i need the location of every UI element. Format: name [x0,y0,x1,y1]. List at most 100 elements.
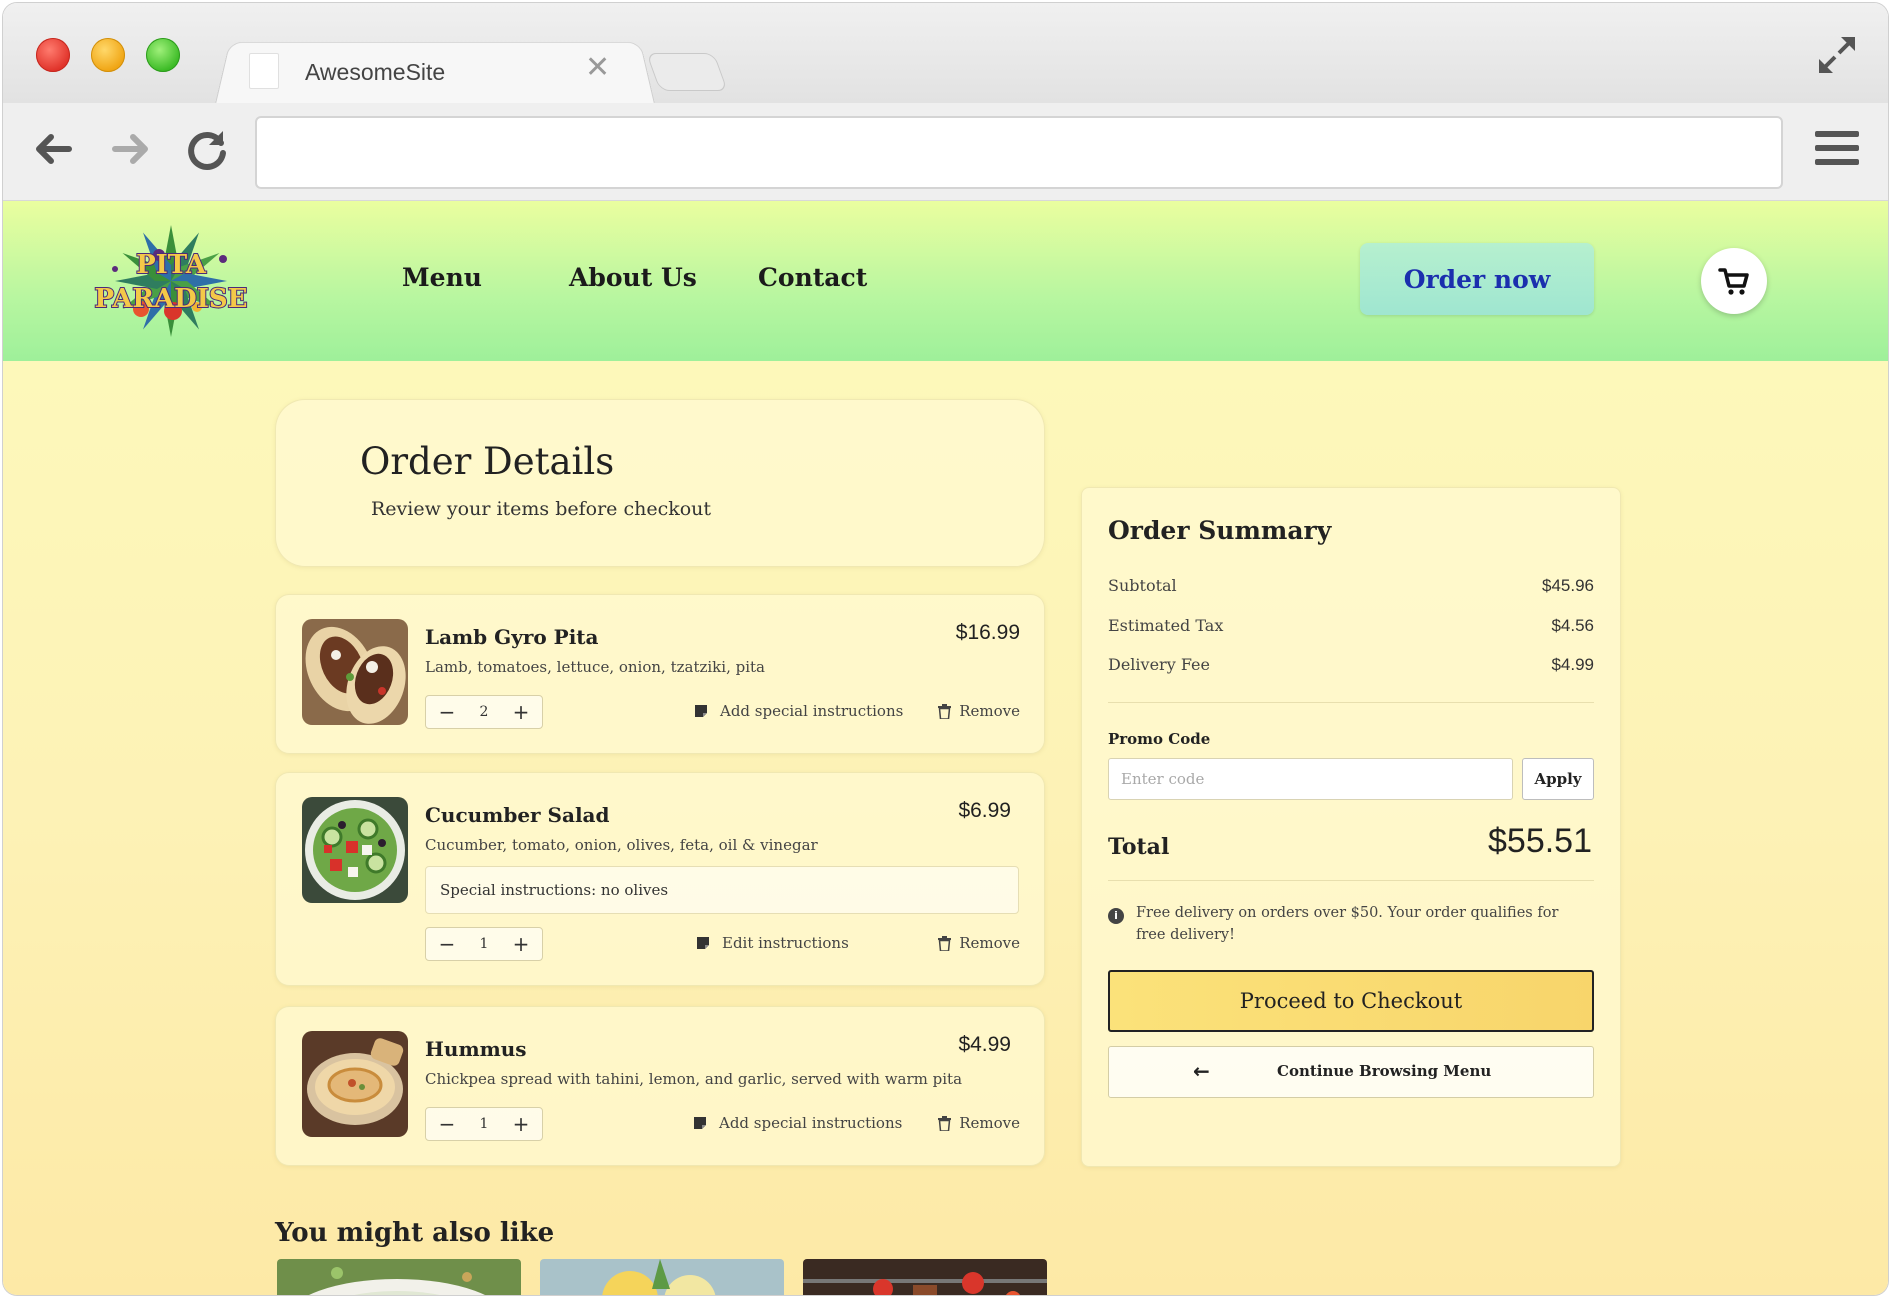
add-instructions-link[interactable]: Add special instructions [693,1114,902,1132]
item-image-cucumber-salad [302,797,408,903]
edit-instructions-link[interactable]: Edit instructions [696,934,849,952]
order-now-button[interactable]: Order now [1360,243,1594,315]
tab-close-icon[interactable]: ✕ [585,53,610,83]
minimize-window-button[interactable] [91,38,125,72]
page-content: PITA PARADISE Menu About Us Contact Orde… [3,201,1888,1295]
edit-instructions-label: Edit instructions [722,934,849,952]
special-instructions-box: Special instructions: no olives [425,866,1019,914]
nav-link-menu[interactable]: Menu [402,263,482,292]
logo[interactable]: PITA PARADISE [73,223,269,339]
cart-button[interactable] [1701,248,1767,314]
item-price: $4.99 [958,1033,1011,1056]
item-name: Lamb Gyro Pita [425,625,599,649]
item-image-hummus [302,1031,408,1137]
logo-text-line-2: PARADISE [95,284,248,314]
back-arrow-icon[interactable] [29,125,77,173]
continue-browsing-label: Continue Browsing Menu [1277,1062,1492,1080]
arrow-left-icon: ← [1193,1059,1210,1083]
quantity-stepper: − 1 + [425,1107,543,1141]
favicon-icon [249,53,279,89]
promo-code-input[interactable] [1108,758,1513,800]
subtotal-value: $45.96 [1542,576,1594,595]
zoom-window-button[interactable] [146,38,180,72]
item-description: Chickpea spread with tahini, lemon, and … [425,1070,963,1088]
remove-item-link[interactable]: Remove [938,934,1020,952]
decrease-quantity-button[interactable]: − [436,932,458,956]
fullscreen-icon[interactable] [1815,33,1859,77]
recommendations-title: You might also like [275,1218,555,1248]
trash-icon [938,1115,952,1131]
remove-item-link[interactable]: Remove [938,702,1020,720]
info-icon: i [1108,908,1124,924]
forward-arrow-icon[interactable] [107,125,155,173]
note-icon [697,937,709,949]
add-instructions-label: Add special instructions [720,702,904,720]
item-name: Cucumber Salad [425,803,610,827]
summary-row-subtotal: Subtotal $45.96 [1108,576,1594,596]
cart-icon [1718,268,1749,295]
increase-quantity-button[interactable]: + [510,1112,532,1136]
delivery-label: Delivery Fee [1108,655,1210,674]
promo-code-label: Promo Code [1108,730,1211,748]
recommendation-image-1[interactable] [277,1259,521,1295]
address-bar[interactable] [255,116,1783,189]
trash-icon [938,703,952,719]
page-title: Order Details [360,440,615,483]
item-description: Lamb, tomatoes, lettuce, onion, tzatziki… [425,658,765,676]
remove-label: Remove [959,934,1020,952]
remove-item-link[interactable]: Remove [938,1114,1020,1132]
quantity-value: 2 [479,704,489,720]
increase-quantity-button[interactable]: + [510,932,532,956]
note-icon [695,705,707,717]
increase-quantity-button[interactable]: + [510,700,532,724]
tab-title: AwesomeSite [305,59,446,85]
recommendation-image-3[interactable] [803,1259,1047,1295]
browser-window: AwesomeSite ✕ PITA PARADISE Menu About U… [3,3,1888,1295]
quantity-value: 1 [479,936,489,952]
recommendation-image-2[interactable] [540,1259,784,1295]
summary-row-delivery: Delivery Fee $4.99 [1108,655,1594,675]
page-subtitle: Review your items before checkout [371,498,712,520]
site-header: PITA PARADISE Menu About Us Contact Orde… [3,201,1888,361]
free-delivery-note: Free delivery on orders over $50. Your o… [1136,905,1559,943]
logo-text-line-1: PITA [136,250,207,280]
menu-icon[interactable] [1815,131,1859,171]
nav-link-contact[interactable]: Contact [758,263,867,292]
proceed-to-checkout-button[interactable]: Proceed to Checkout [1108,970,1594,1032]
new-tab-button[interactable] [646,53,728,91]
summary-title: Order Summary [1108,516,1332,545]
delivery-value: $4.99 [1551,655,1594,674]
browser-tab-content[interactable]: AwesomeSite ✕ [243,51,623,91]
nav-link-about-us[interactable]: About Us [569,263,697,292]
continue-browsing-button[interactable]: ← Continue Browsing Menu [1108,1046,1594,1098]
summary-row-tax: Estimated Tax $4.56 [1108,616,1594,636]
decrease-quantity-button[interactable]: − [436,1112,458,1136]
item-price: $16.99 [955,621,1020,644]
item-name: Hummus [425,1037,527,1061]
divider [1108,702,1594,703]
close-window-button[interactable] [36,38,70,72]
tax-label: Estimated Tax [1108,616,1224,635]
remove-label: Remove [959,702,1020,720]
divider [1108,880,1594,881]
item-image-lamb-gyro [302,619,408,725]
add-instructions-link[interactable]: Add special instructions [694,702,903,720]
remove-label: Remove [959,1114,1020,1132]
order-summary: Order Summary Subtotal $45.96 Estimated … [1081,487,1621,1167]
total-value: $55.51 [1488,822,1592,860]
trash-icon [938,935,952,951]
quantity-stepper: − 1 + [425,927,543,961]
quantity-stepper: − 2 + [425,695,543,729]
item-price: $6.99 [958,799,1011,822]
reload-icon[interactable] [183,125,231,173]
note-icon [694,1117,706,1129]
tax-value: $4.56 [1551,616,1594,635]
item-description: Cucumber, tomato, onion, olives, feta, o… [425,836,818,854]
add-instructions-label: Add special instructions [719,1114,903,1132]
cart-item-cucumber-salad: Cucumber Salad Cucumber, tomato, onion, … [275,772,1045,986]
subtotal-label: Subtotal [1108,576,1177,595]
decrease-quantity-button[interactable]: − [436,700,458,724]
total-label: Total [1108,834,1170,860]
cart-item-hummus: Hummus Chickpea spread with tahini, lemo… [275,1006,1045,1166]
apply-promo-button[interactable]: Apply [1522,758,1594,800]
